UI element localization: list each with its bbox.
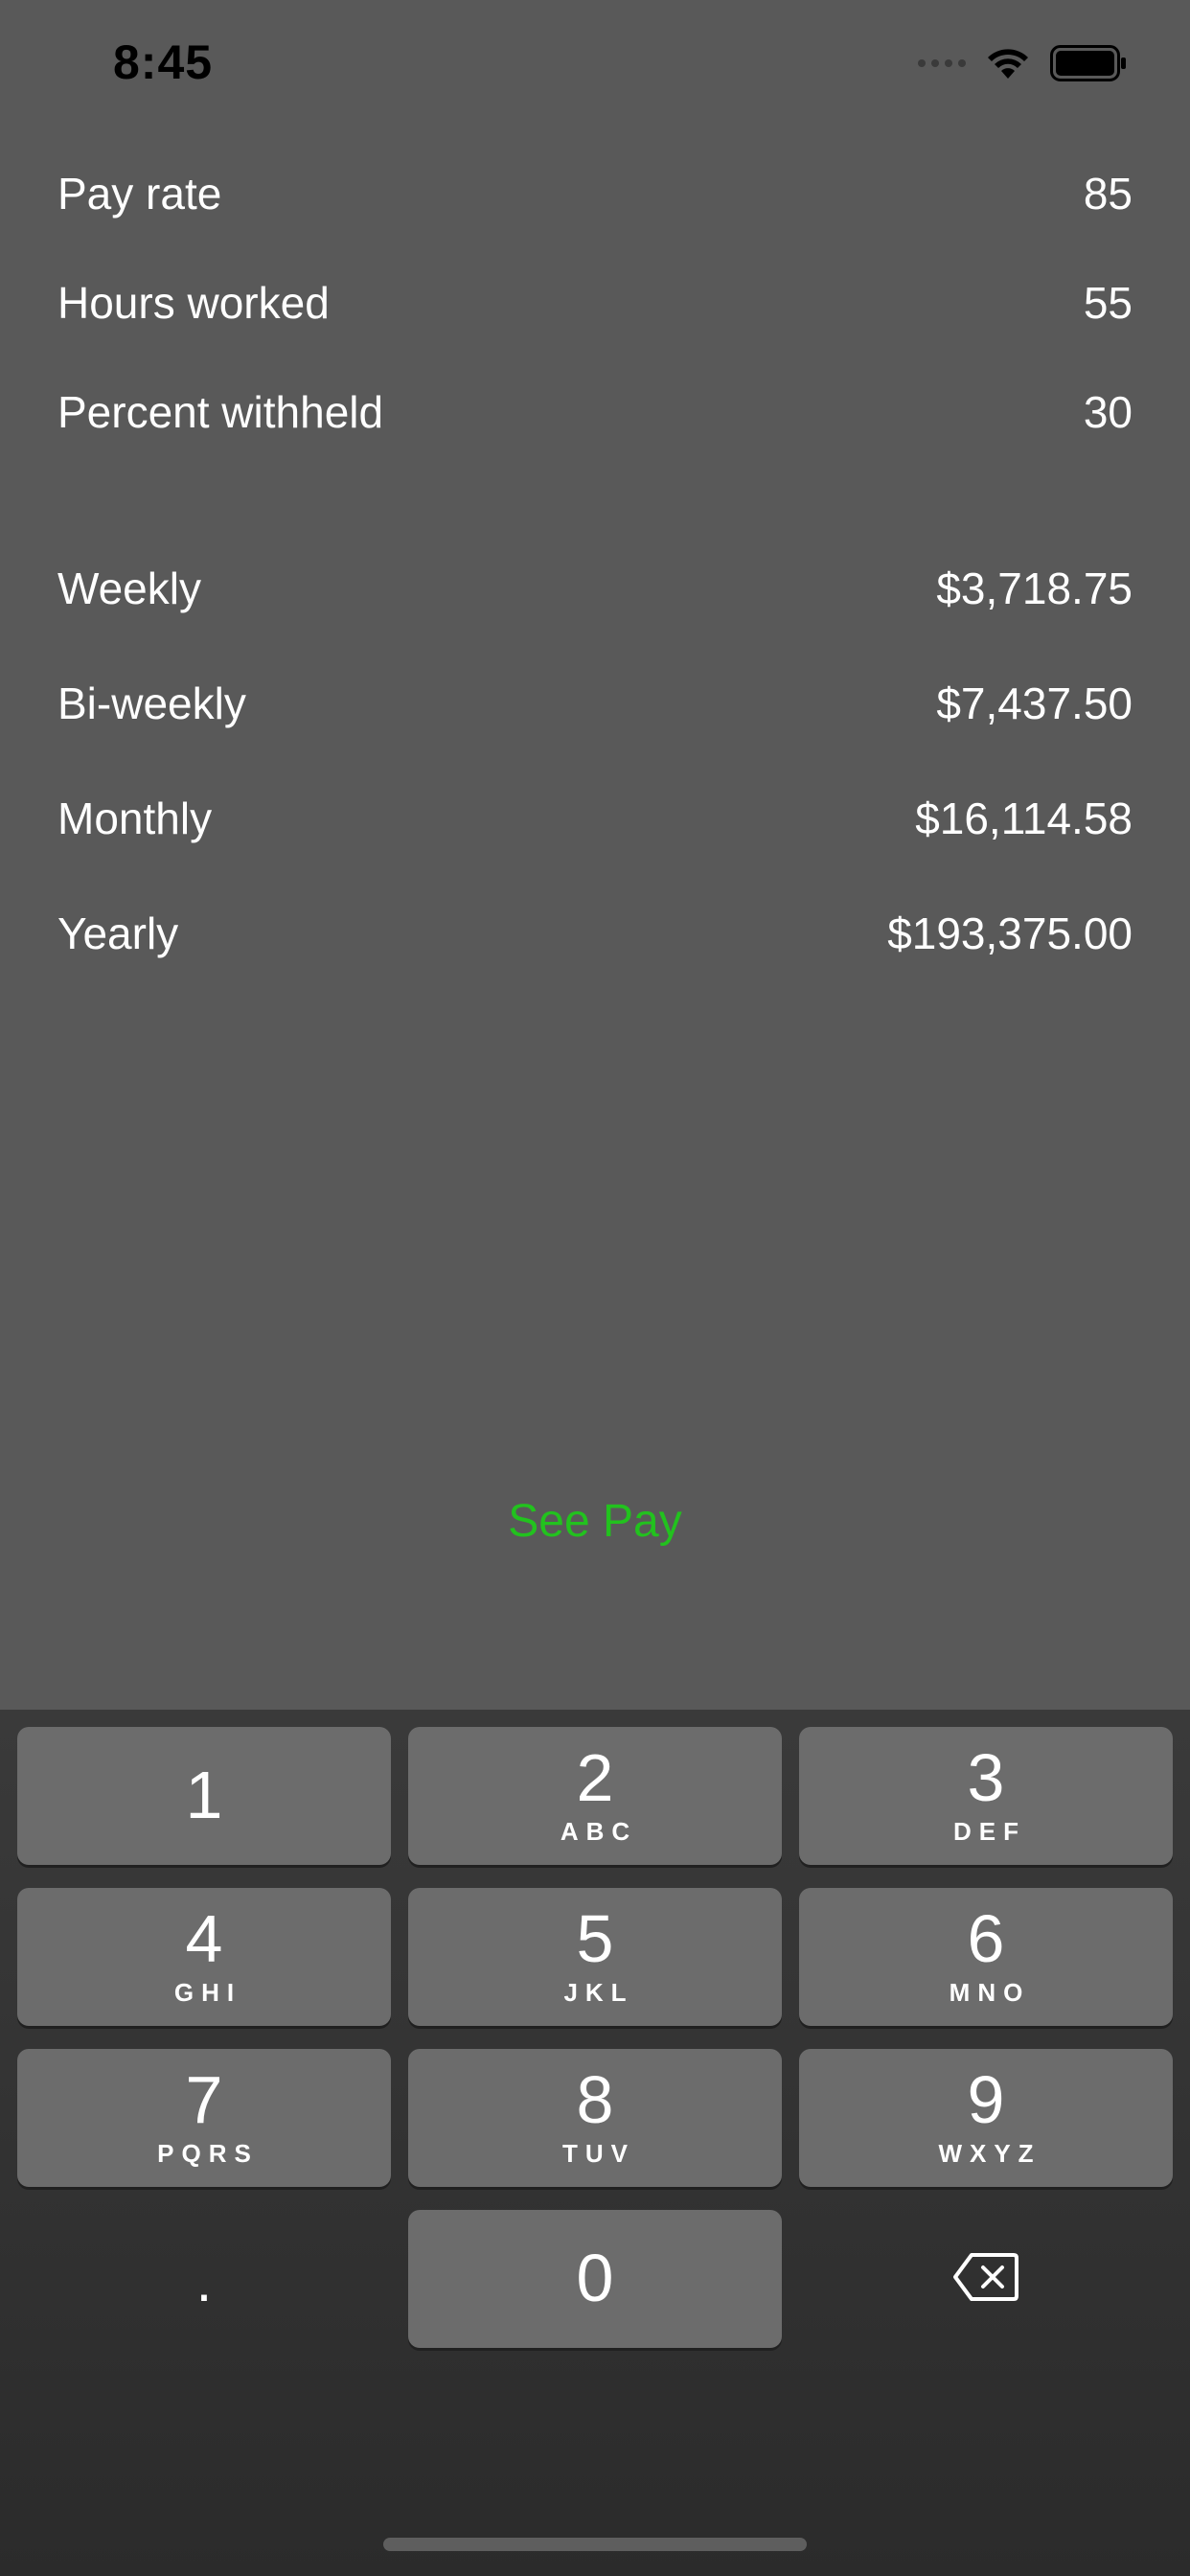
key-3-letters: DEF xyxy=(953,1817,1026,1846)
key-6-letters: MNO xyxy=(949,1978,1031,2007)
pay-rate-label: Pay rate xyxy=(57,169,222,218)
key-5[interactable]: 5 JKL xyxy=(408,1888,782,2026)
key-7[interactable]: 7 PQRS xyxy=(17,2049,391,2187)
percent-withheld-field[interactable]: 30 xyxy=(1084,386,1133,438)
delete-key[interactable] xyxy=(799,2210,1173,2348)
percent-withheld-label: Percent withheld xyxy=(57,387,384,437)
key-4[interactable]: 4 GHI xyxy=(17,1888,391,2026)
key-1-digit: 1 xyxy=(185,1758,223,1832)
key-8-digit: 8 xyxy=(576,2062,614,2137)
key-3[interactable]: 3 DEF xyxy=(799,1727,1173,1865)
status-icons xyxy=(918,42,1127,84)
key-8-letters: TUV xyxy=(562,2139,635,2168)
key-7-letters: PQRS xyxy=(157,2139,259,2168)
key-9[interactable]: 9 WXYZ xyxy=(799,2049,1173,2187)
key-6[interactable]: 6 MNO xyxy=(799,1888,1173,2026)
key-9-digit: 9 xyxy=(967,2062,1005,2137)
key-9-letters: WXYZ xyxy=(938,2139,1041,2168)
bi-weekly-label: Bi-weekly xyxy=(57,678,246,728)
key-7-digit: 7 xyxy=(185,2062,223,2137)
monthly-label: Monthly xyxy=(57,794,213,843)
key-0-digit: 0 xyxy=(576,2241,614,2315)
status-time: 8:45 xyxy=(113,35,214,89)
home-indicator[interactable] xyxy=(383,2538,807,2551)
weekly-value: $3,718.75 xyxy=(936,564,1133,613)
numeric-keyboard: 1 2 ABC 3 DEF 4 GHI 5 JKL 6 MNO 7 PQRS 8 xyxy=(0,1710,1190,2576)
monthly-row: Monthly $16,114.58 xyxy=(57,780,1133,857)
key-4-letters: GHI xyxy=(173,1978,242,2007)
key-5-digit: 5 xyxy=(576,1901,614,1976)
status-bar: 8:45 xyxy=(0,0,1190,134)
key-2-digit: 2 xyxy=(576,1740,614,1815)
cellular-signal-icon xyxy=(918,59,966,67)
key-0[interactable]: 0 xyxy=(408,2210,782,2348)
bi-weekly-row: Bi-weekly $7,437.50 xyxy=(57,665,1133,742)
key-3-digit: 3 xyxy=(967,1740,1005,1815)
key-4-digit: 4 xyxy=(185,1901,223,1976)
see-pay-button[interactable]: See Pay xyxy=(0,1495,1190,1548)
pay-rate-row[interactable]: Pay rate 85 xyxy=(57,155,1133,232)
wifi-icon xyxy=(988,49,1028,79)
battery-icon xyxy=(1050,45,1126,81)
yearly-label: Yearly xyxy=(57,908,179,958)
decimal-key-label: . xyxy=(195,2249,213,2313)
yearly-value: $193,375.00 xyxy=(887,908,1133,958)
percent-withheld-row[interactable]: Percent withheld 30 xyxy=(57,374,1133,450)
key-5-letters: JKL xyxy=(563,1978,634,2007)
monthly-value: $16,114.58 xyxy=(915,794,1133,843)
bi-weekly-value: $7,437.50 xyxy=(936,678,1133,728)
hours-worked-row[interactable]: Hours worked 55 xyxy=(57,264,1133,341)
hours-worked-label: Hours worked xyxy=(57,278,330,328)
key-6-digit: 6 xyxy=(967,1901,1005,1976)
hours-worked-field[interactable]: 55 xyxy=(1084,277,1133,329)
backspace-icon xyxy=(953,2253,1018,2301)
app-screen: 8:45 Pay rate 85 Hours worked 55 Percent… xyxy=(0,0,1190,2576)
yearly-row: Yearly $193,375.00 xyxy=(57,895,1133,972)
weekly-row: Weekly $3,718.75 xyxy=(57,550,1133,627)
key-2-letters: ABC xyxy=(560,1817,638,1846)
pay-rate-field[interactable]: 85 xyxy=(1084,168,1133,219)
key-1[interactable]: 1 xyxy=(17,1727,391,1865)
weekly-label: Weekly xyxy=(57,564,201,613)
key-2[interactable]: 2 ABC xyxy=(408,1727,782,1865)
decimal-key[interactable]: . xyxy=(17,2210,391,2348)
key-8[interactable]: 8 TUV xyxy=(408,2049,782,2187)
